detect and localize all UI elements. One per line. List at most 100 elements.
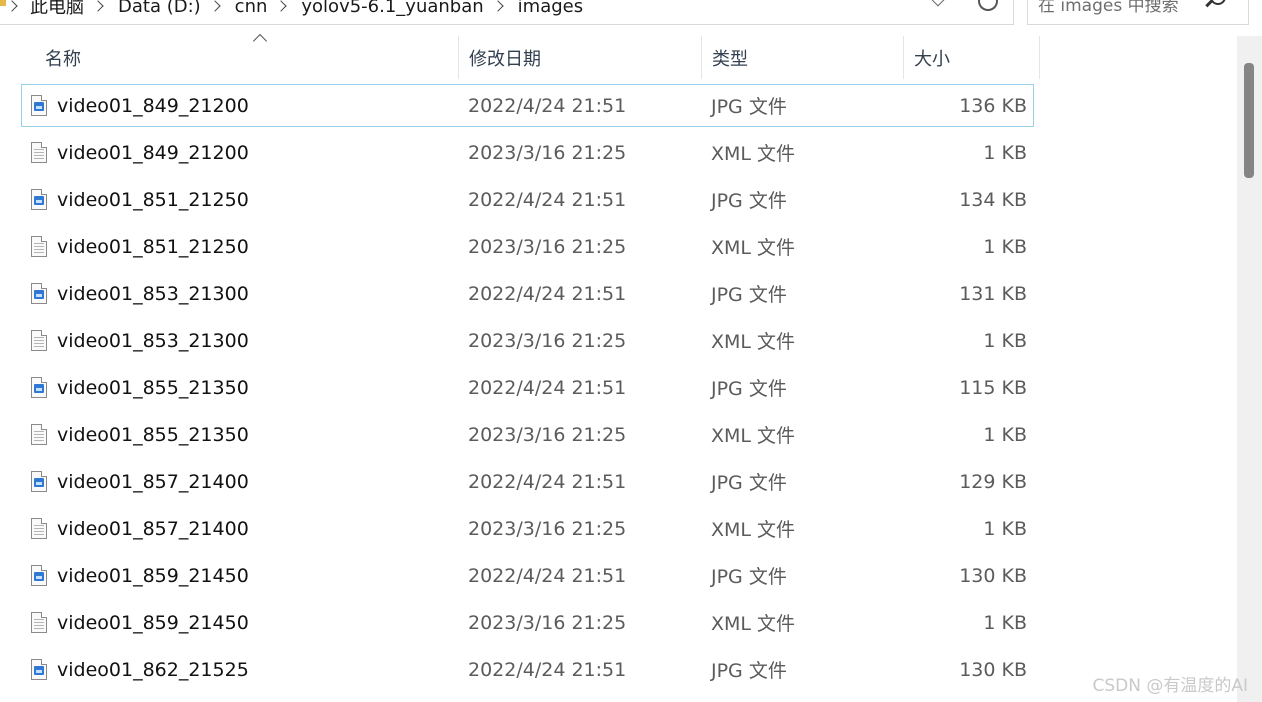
file-type: XML 文件 [711,519,796,541]
file-row[interactable]: video01_851_21250 2023/3/16 21:25 XML 文件 1 … [21,225,1034,268]
file-row[interactable]: video01_859_21450 2023/3/16 21:25 XML 文件 1 … [21,601,1034,644]
document-lines-icon [34,619,44,630]
file-size: 130 KB [959,658,1027,681]
breadcrumb-separator-icon[interactable] [492,0,504,12]
file-size: 1 KB [983,235,1027,258]
document-file-icon [31,142,47,163]
file-size: 1 KB [983,329,1027,352]
image-badge-icon [34,290,44,299]
file-row[interactable]: video01_855_21350 2022/4/24 21:51 JPG 文件 11… [21,366,1034,409]
file-size: 1 KB [983,141,1027,164]
image-badge-icon [34,572,44,581]
file-modified-date: 2023/3/16 21:25 [468,235,627,258]
breadcrumb-item-cnn[interactable]: cnn [235,0,268,17]
column-header-size-label: 大小 [914,48,950,70]
file-row[interactable]: video01_853_21300 2022/4/24 21:51 JPG 文件 13… [21,272,1034,315]
file-name: video01_855_21350 [57,423,249,446]
column-header-date-label: 修改日期 [469,48,541,70]
column-header-size[interactable]: 大小 [904,36,1040,79]
file-type: XML 文件 [711,331,796,353]
breadcrumb-item-yolov5[interactable]: yolov5-6.1_yuanban [301,0,483,17]
column-header-row: 名称 修改日期 类型 大小 [21,33,1040,79]
file-modified-date: 2023/3/16 21:25 [468,423,627,446]
file-modified-date: 2022/4/24 21:51 [468,470,627,493]
file-modified-date: 2022/4/24 21:51 [468,564,627,587]
breadcrumb-separator-icon[interactable] [92,0,104,12]
file-size: 134 KB [959,188,1027,211]
breadcrumb: 此电脑 Data (D:) cnn yolov5-6.1_yuanban ima… [6,0,583,19]
file-size: 115 KB [959,376,1027,399]
breadcrumb-separator-icon[interactable] [209,0,221,12]
search-icon[interactable] [1210,0,1226,5]
column-header-type[interactable]: 类型 [702,36,904,79]
scrollbar-thumb[interactable] [1244,63,1254,178]
image-file-icon [31,189,47,210]
file-size: 130 KB [959,564,1027,587]
file-modified-date: 2022/4/24 21:51 [468,94,627,117]
document-file-icon [31,236,47,257]
file-name: video01_859_21450 [57,564,249,587]
file-row[interactable]: video01_849_21200 2022/4/24 21:51 JPG 文件 13… [21,84,1034,127]
breadcrumb-separator-icon[interactable] [275,0,288,12]
search-input[interactable]: 在 images 中搜索 [1027,0,1249,25]
file-modified-date: 2023/3/16 21:25 [468,517,627,540]
image-file-icon [31,377,47,398]
breadcrumb-item-images[interactable]: images [518,0,583,17]
file-size: 129 KB [959,470,1027,493]
document-file-icon [31,612,47,633]
file-row[interactable]: video01_862_21525 2022/4/24 21:51 JPG 文件 13… [21,648,1034,691]
column-header-name-label: 名称 [45,48,81,70]
document-file-icon [31,330,47,351]
file-type: XML 文件 [711,425,796,447]
image-badge-icon [34,102,44,111]
file-row[interactable]: video01_857_21400 2023/3/16 21:25 XML 文件 1 … [21,507,1034,550]
document-lines-icon [34,525,44,536]
file-name: video01_849_21200 [57,141,249,164]
top-bar: 此电脑 Data (D:) cnn yolov5-6.1_yuanban ima… [0,0,1262,26]
file-type: XML 文件 [711,237,796,259]
file-size: 131 KB [959,282,1027,305]
search-placeholder: 在 images 中搜索 [1038,0,1179,16]
image-file-icon [31,471,47,492]
file-row[interactable]: video01_851_21250 2022/4/24 21:51 JPG 文件 13… [21,178,1034,221]
breadcrumb-item-this-pc[interactable]: 此电脑 [30,0,84,19]
file-name: video01_851_21250 [57,235,249,258]
file-name: video01_859_21450 [57,611,249,634]
file-type: JPG 文件 [711,96,787,118]
file-name: video01_853_21300 [57,282,249,305]
document-lines-icon [34,431,44,442]
file-type: JPG 文件 [711,472,787,494]
watermark: CSDN @有温度的AI [1092,676,1248,696]
image-file-icon [31,565,47,586]
column-header-name[interactable]: 名称 [35,33,459,79]
file-list: video01_849_21200 2022/4/24 21:51 JPG 文件 13… [21,84,1034,695]
file-modified-date: 2023/3/16 21:25 [468,141,627,164]
image-file-icon [31,659,47,680]
file-row[interactable]: video01_849_21200 2023/3/16 21:25 XML 文件 1 … [21,131,1034,174]
file-row[interactable]: video01_855_21350 2023/3/16 21:25 XML 文件 1 … [21,413,1034,456]
file-row[interactable]: video01_853_21300 2023/3/16 21:25 XML 文件 1 … [21,319,1034,362]
vertical-scrollbar[interactable] [1237,36,1262,702]
file-modified-date: 2022/4/24 21:51 [468,282,627,305]
breadcrumb-item-drive[interactable]: Data (D:) [118,0,201,17]
file-name: video01_851_21250 [57,188,249,211]
file-type: JPG 文件 [711,566,787,588]
file-name: video01_849_21200 [57,94,249,117]
file-row[interactable]: video01_859_21450 2022/4/24 21:51 JPG 文件 13… [21,554,1034,597]
image-file-icon [31,283,47,304]
file-modified-date: 2023/3/16 21:25 [468,611,627,634]
document-file-icon [31,424,47,445]
file-type: JPG 文件 [711,660,787,682]
sort-ascending-icon [252,33,268,49]
file-row[interactable]: video01_857_21400 2022/4/24 21:51 JPG 文件 12… [21,460,1034,503]
file-type: XML 文件 [711,143,796,165]
file-name: video01_862_21525 [57,658,249,681]
image-badge-icon [34,478,44,487]
file-name: video01_857_21400 [57,517,249,540]
folder-icon [0,0,6,6]
image-file-icon [31,95,47,116]
file-size: 1 KB [983,423,1027,446]
file-modified-date: 2022/4/24 21:51 [468,658,627,681]
column-header-date[interactable]: 修改日期 [459,36,702,79]
file-type: JPG 文件 [711,378,787,400]
